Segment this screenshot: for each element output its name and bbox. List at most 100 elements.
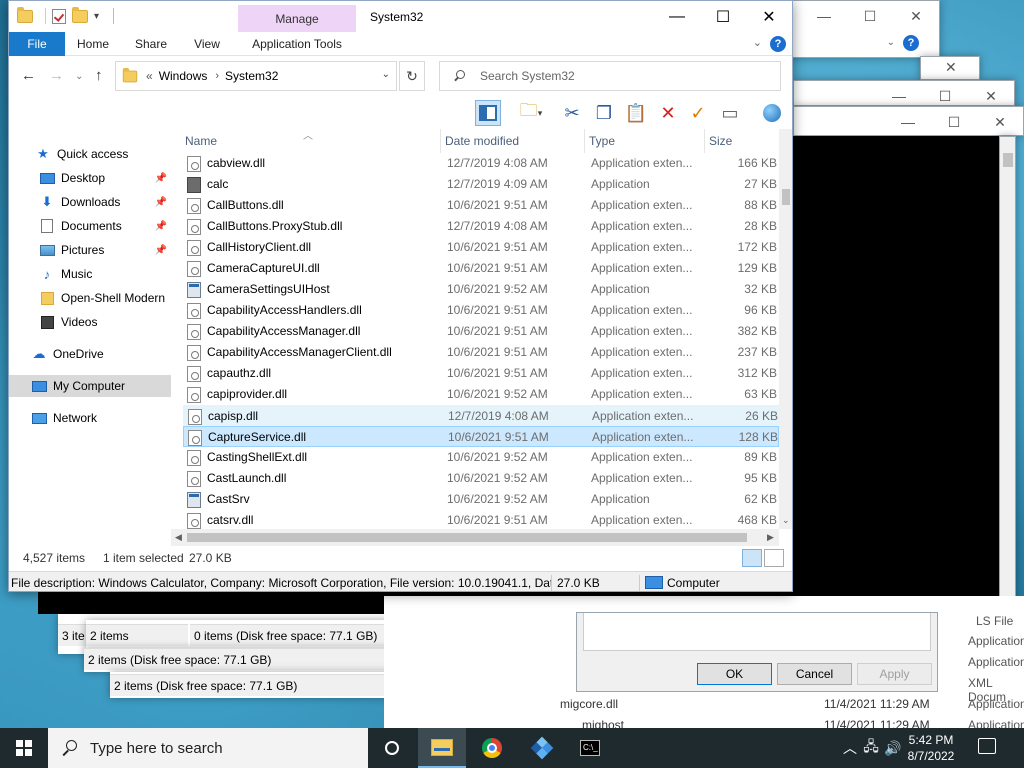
sidebar-item-downloads[interactable]: ⬇ Downloads 📌 [9,191,171,213]
column-header-date-modified[interactable]: Date modified [441,129,585,153]
table-row[interactable]: capauthz.dll 10/6/2021 9:51 AM Application… [183,363,779,384]
scroll-left-icon[interactable]: ◀ [175,532,182,543]
maximize-icon[interactable]: ☐ [931,107,977,137]
close-icon[interactable]: ✕ [746,1,792,32]
scroll-right-icon[interactable]: ▶ [767,532,774,543]
table-row[interactable]: CallButtons.ProxyStub.dll 12/7/2019 4:08 … [183,216,779,237]
close-icon[interactable]: ✕ [977,107,1023,137]
up-arrow-icon[interactable]: ↑ [95,67,103,84]
minimize-icon[interactable]: — [885,107,931,137]
tab-home[interactable]: Home [71,32,115,56]
view-options-icon[interactable]: 🗀 ▾ [513,100,549,126]
task-view-button[interactable] [368,728,416,768]
breadcrumb-overflow[interactable]: « [146,69,153,83]
sidebar-item-desktop[interactable]: Desktop 📌 [9,167,171,189]
forward-arrow-icon[interactable]: → [49,67,64,84]
preview-pane-icon[interactable] [475,100,501,126]
details-view-icon[interactable] [742,549,762,567]
network-icon[interactable]: 🖧 [860,736,882,760]
minimize-icon[interactable]: — [654,1,700,32]
sidebar-item-onedrive[interactable]: ☁ OneDrive [9,343,171,365]
table-row[interactable]: CastSrv 10/6/2021 9:52 AM Application 62 KB [183,489,779,510]
scroll-thumb[interactable] [187,533,747,542]
globe-icon[interactable] [759,100,785,126]
bg-file-name[interactable]: migcore.dll [560,697,618,711]
sidebar-item-quick-access[interactable]: ★ Quick access [9,143,171,165]
column-header-type[interactable]: Type [585,129,705,153]
search-input[interactable] [480,69,770,83]
table-row[interactable]: catsrv.dll 10/6/2021 9:51 AM Application e… [183,510,779,531]
sidebar-item-pictures[interactable]: Pictures 📌 [9,239,171,261]
taskbar-search[interactable] [48,728,368,768]
column-header-name[interactable]: Name [181,129,441,153]
chrome-taskbar-button[interactable] [468,728,516,768]
app-taskbar-button[interactable] [518,728,566,768]
background-window-1[interactable]: — ☐ ✕ ? ⌄ [790,0,940,58]
minimize-icon[interactable]: — [801,1,847,31]
vertical-scrollbar[interactable]: ⌄ [779,129,792,529]
refresh-icon[interactable]: ↻ [399,61,425,91]
notifications-icon[interactable] [978,738,996,754]
show-hidden-icons-icon[interactable]: ︿ [840,738,860,758]
background-window-4[interactable]: — ☐ ✕ [793,106,1024,136]
table-row[interactable]: CameraSettingsUIHost 10/6/2021 9:52 AM App… [183,279,779,300]
rename-icon[interactable]: ▭ [717,100,743,126]
cut-icon[interactable]: ✂ [559,100,585,126]
help-icon[interactable]: ? [770,36,786,52]
tab-view[interactable]: View [185,32,229,56]
volume-icon[interactable]: 🔊 [882,740,904,757]
table-row[interactable]: cabview.dll 12/7/2019 4:08 AM Application … [183,153,779,174]
sidebar-item-videos[interactable]: Videos [9,311,171,333]
start-button[interactable] [0,728,48,768]
cancel-button[interactable]: Cancel [777,663,852,685]
scroll-down-icon[interactable]: ⌄ [782,515,790,526]
recent-locations-icon[interactable]: ⌄ [75,71,83,82]
ribbon-expand-icon[interactable]: ⌄ [753,36,762,49]
table-row[interactable]: calc 12/7/2019 4:09 AM Application 27 KB [183,174,779,195]
maximize-icon[interactable]: ☐ [700,1,746,32]
properties-icon[interactable] [52,8,66,24]
sidebar-item-network[interactable]: Network [9,407,171,429]
customize-qat-icon[interactable]: ▾ [94,11,99,22]
sidebar-item-my-computer[interactable]: My Computer [9,375,171,397]
tab-manage[interactable]: Manage [238,5,356,32]
address-bar[interactable]: « Windows › System32 ⌄ [115,61,397,91]
maximize-icon[interactable]: ☐ [847,1,893,31]
ribbon-expand-icon[interactable]: ⌄ [887,37,895,48]
apply-button[interactable]: Apply [857,663,932,685]
tab-application-tools[interactable]: Application Tools [245,32,349,56]
new-folder-icon[interactable] [72,6,88,23]
ok-button[interactable]: OK [697,663,772,685]
search-box[interactable] [439,61,781,91]
table-row[interactable]: CallButtons.dll 10/6/2021 9:51 AM Applicat… [183,195,779,216]
copy-icon[interactable]: ❐ [591,100,617,126]
tab-file[interactable]: File [9,32,65,56]
paste-icon[interactable]: 📋 [623,100,649,126]
breadcrumb-system32[interactable]: System32 [225,69,278,83]
table-row[interactable]: capiprovider.dll 10/6/2021 9:52 AM Applica… [183,384,779,405]
file-explorer-taskbar-button[interactable] [418,728,466,768]
scroll-thumb[interactable] [782,189,790,205]
background-window-3[interactable]: — ☐ ✕ [793,80,1015,106]
console-scrollbar[interactable] [999,136,1016,614]
command-prompt-taskbar-button[interactable]: C:\_ [566,728,614,768]
table-row[interactable]: capisp.dll 12/7/2019 4:08 AM Application e… [183,405,779,426]
close-icon[interactable]: ✕ [945,59,957,76]
checkmark-icon[interactable]: ✓ [685,100,711,126]
table-row[interactable]: CapabilityAccessManager.dll 10/6/2021 9:5… [183,321,779,342]
table-row[interactable]: CaptureService.dll 10/6/2021 9:51 AM Appli… [183,426,779,447]
column-header-size[interactable]: Size [705,129,779,153]
back-arrow-icon[interactable]: ← [21,67,36,84]
taskbar-search-input[interactable] [90,739,350,757]
breadcrumb-separator-icon[interactable]: › [215,70,219,82]
sidebar-item-open-shell-modern[interactable]: Open-Shell Modern [9,287,171,309]
address-dropdown-icon[interactable]: ⌄ [382,69,390,80]
clock[interactable]: 5:42 PM 8/7/2022 [905,732,957,764]
sidebar-item-music[interactable]: ♪ Music [9,263,171,285]
title-bar[interactable]: ▾ Manage System32 — ☐ ✕ [9,1,792,32]
background-window-2[interactable]: ✕ [920,56,980,80]
tab-share[interactable]: Share [127,32,175,56]
table-row[interactable]: CastingShellExt.dll 10/6/2021 9:52 AM Appl… [183,447,779,468]
sidebar-item-documents[interactable]: Documents 📌 [9,215,171,237]
horizontal-scrollbar[interactable]: ◀ ▶ [171,529,779,546]
